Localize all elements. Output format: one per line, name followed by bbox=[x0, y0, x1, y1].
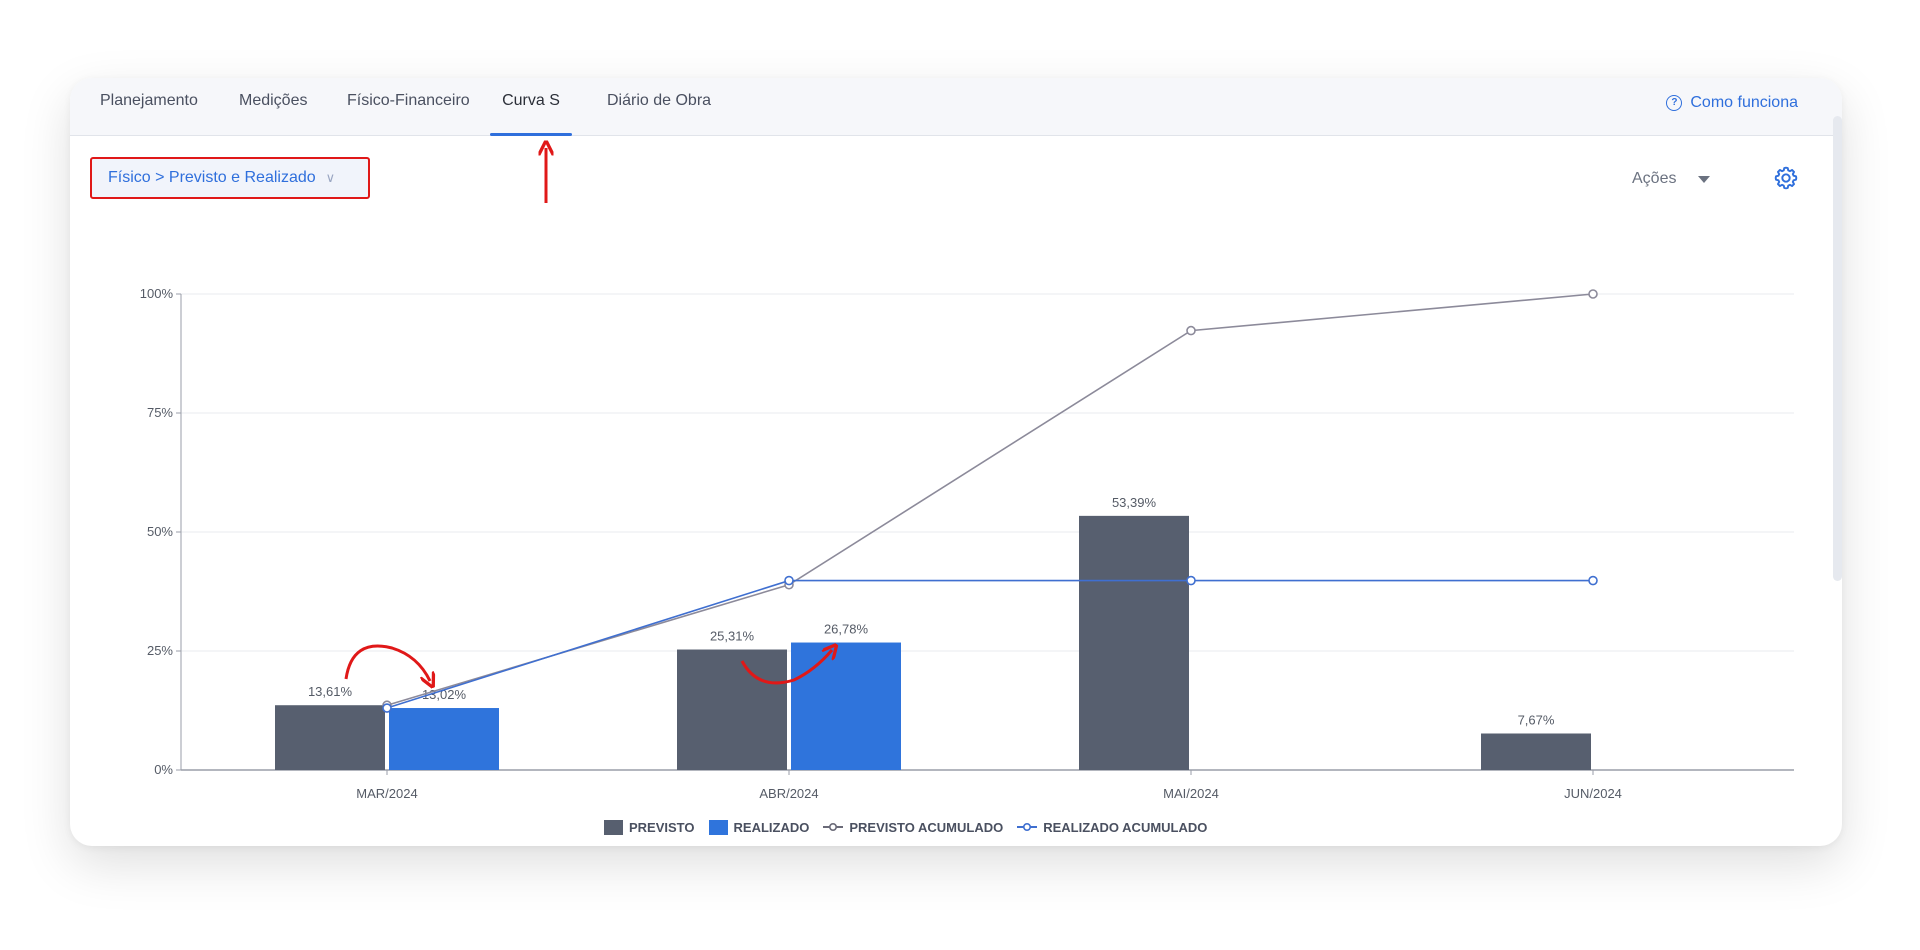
legend-label-realizado-acumulado: REALIZADO ACUMULADO bbox=[1043, 819, 1208, 835]
legend-line-realizado-acumulado bbox=[1017, 822, 1038, 832]
legend-item-previsto-acumulado[interactable]: PREVISTO ACUMULADO bbox=[823, 820, 1003, 835]
line-point bbox=[1588, 575, 1598, 586]
curva-s-panel: Planejamento Medições Físico-Financeiro … bbox=[70, 78, 1842, 846]
bar bbox=[389, 708, 499, 770]
data-label: 53,39% bbox=[1112, 495, 1157, 510]
y-tick-label: 100% bbox=[140, 286, 174, 301]
data-label: 7,67% bbox=[1518, 712, 1555, 727]
bar bbox=[275, 705, 385, 770]
y-tick-label: 50% bbox=[147, 524, 173, 539]
legend-label-previsto-acumulado: PREVISTO ACUMULADO bbox=[849, 819, 1004, 835]
legend-label-realizado: REALIZADO bbox=[733, 819, 810, 835]
data-label: 26,78% bbox=[824, 622, 869, 637]
series-line bbox=[386, 579, 1593, 709]
y-tick-label: 75% bbox=[147, 405, 173, 420]
x-tick-label: MAR/2024 bbox=[356, 786, 417, 801]
x-tick-label: JUN/2024 bbox=[1564, 786, 1622, 801]
legend-label-previsto: PREVISTO bbox=[629, 819, 695, 835]
legend-swatch-previsto bbox=[604, 819, 623, 835]
bar bbox=[1079, 515, 1189, 770]
legend-swatch-realizado bbox=[708, 819, 728, 835]
bar bbox=[1481, 733, 1591, 770]
line-point bbox=[382, 703, 392, 713]
bar bbox=[791, 642, 901, 770]
legend-item-previsto[interactable]: PREVISTO bbox=[604, 819, 695, 835]
data-label: 13,61% bbox=[308, 684, 353, 699]
chart-legend: PREVISTO REALIZADO PREVISTO ACUMULADO RE… bbox=[604, 817, 1207, 837]
line-point bbox=[1588, 289, 1598, 299]
legend-line-previsto-acumulado bbox=[823, 822, 844, 832]
y-tick-label: 0% bbox=[154, 762, 173, 777]
line-point bbox=[1186, 575, 1196, 586]
curva-s-chart: 0% 25% 50% 75% 100% MAR/2024 ABR/2024 MAI/2024 J… bbox=[140, 286, 1794, 801]
line-point bbox=[784, 575, 794, 586]
series-line bbox=[386, 293, 1594, 706]
x-tick-label: MAI/2024 bbox=[1163, 786, 1219, 801]
legend-item-realizado[interactable]: REALIZADO bbox=[708, 819, 810, 835]
data-label: 25,31% bbox=[710, 629, 755, 644]
x-tick-label: ABR/2024 bbox=[759, 786, 818, 801]
bar bbox=[677, 649, 787, 770]
line-point bbox=[1186, 325, 1196, 336]
legend-item-realizado-acumulado[interactable]: REALIZADO ACUMULADO bbox=[1017, 820, 1207, 835]
y-tick-label: 25% bbox=[147, 643, 173, 658]
